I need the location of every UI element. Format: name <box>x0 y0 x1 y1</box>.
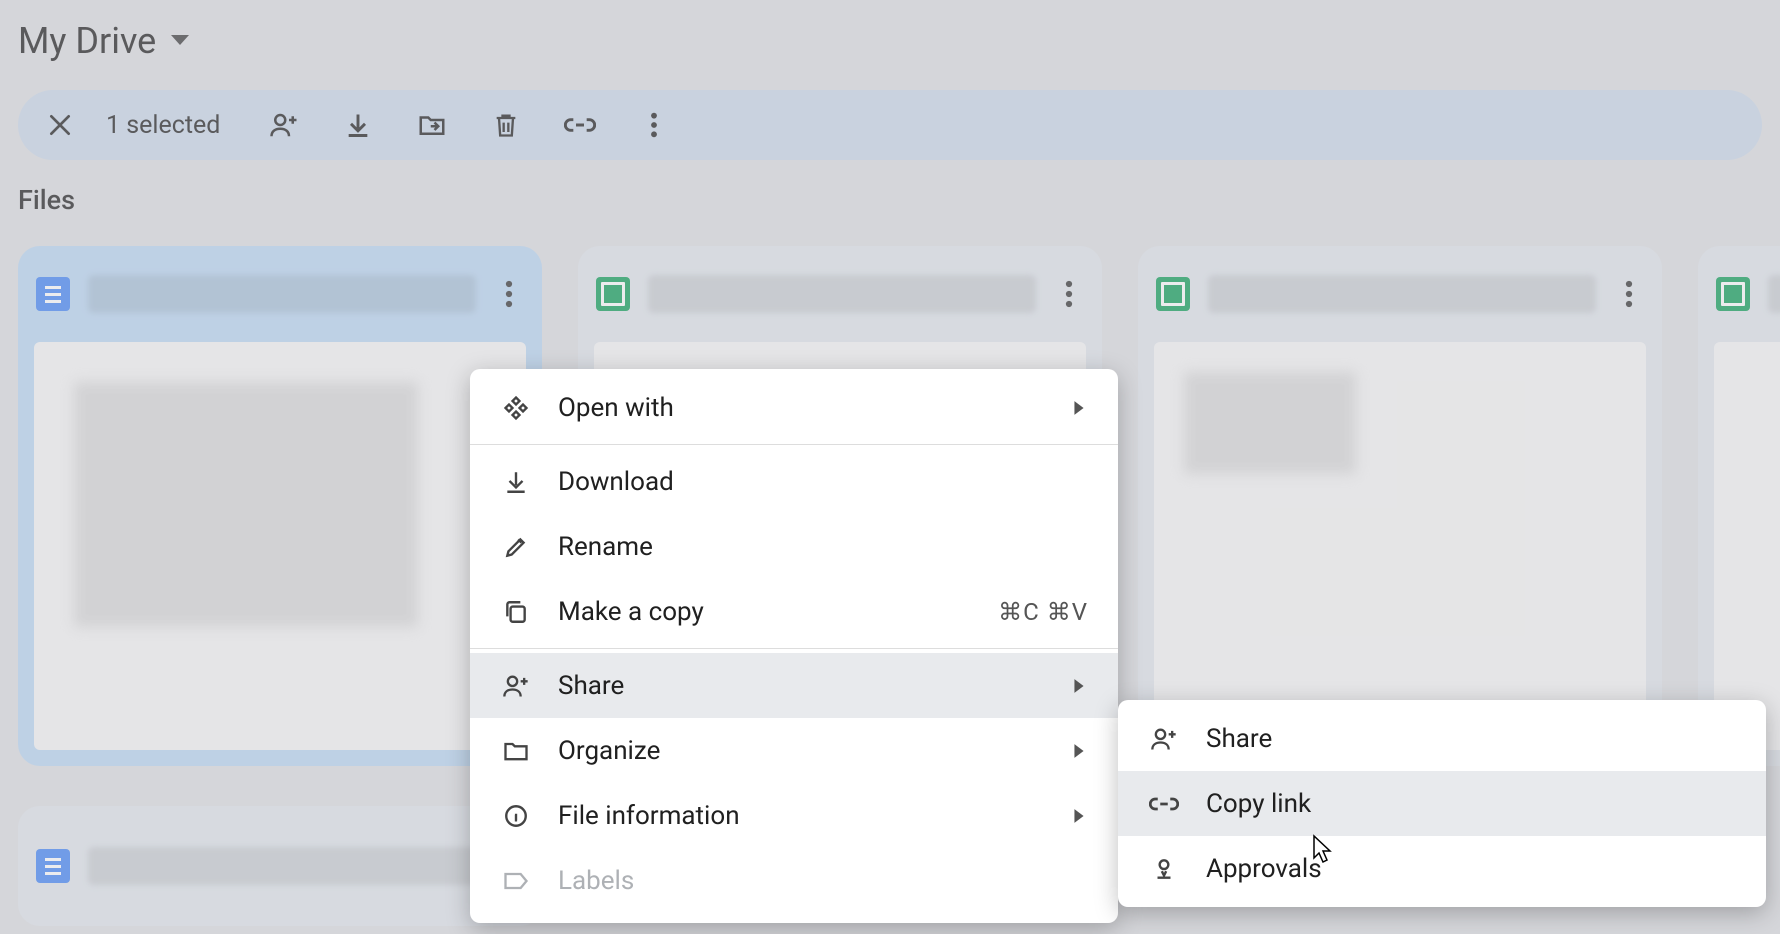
approvals-icon <box>1148 856 1180 882</box>
location-dropdown-caret[interactable] <box>170 34 190 48</box>
menu-item-label: Download <box>558 467 674 497</box>
submenu-arrow-icon <box>1070 400 1088 416</box>
share-button[interactable] <box>264 105 304 145</box>
sheets-icon <box>596 277 630 311</box>
link-icon <box>1148 789 1180 819</box>
menu-item-share[interactable]: Share <box>470 653 1118 718</box>
menu-item-label: Organize <box>558 736 660 766</box>
menu-item-label: Make a copy <box>558 597 704 627</box>
more-actions-button[interactable] <box>634 105 674 145</box>
download-icon <box>500 469 532 495</box>
location-header: My Drive <box>0 0 1780 72</box>
file-more-button[interactable] <box>1614 279 1644 309</box>
share-submenu: Share Copy link Approvals <box>1118 700 1766 907</box>
move-button[interactable] <box>412 105 452 145</box>
menu-item-label: Copy link <box>1206 789 1311 819</box>
mouse-cursor <box>1304 834 1334 868</box>
info-icon <box>500 803 532 829</box>
get-link-button[interactable] <box>560 105 600 145</box>
file-thumbnail <box>1154 342 1646 750</box>
file-title-redacted <box>648 275 1036 313</box>
menu-shortcut: ⌘C ⌘V <box>998 598 1088 626</box>
files-section-label: Files <box>18 184 1780 216</box>
folder-icon <box>500 737 532 765</box>
file-title-redacted <box>88 275 476 313</box>
file-title-redacted <box>1768 275 1780 313</box>
submenu-arrow-icon <box>1070 678 1088 694</box>
clear-selection-button[interactable] <box>40 105 80 145</box>
share-icon <box>1148 725 1180 753</box>
file-card[interactable] <box>18 806 542 926</box>
menu-item-label: Rename <box>558 532 653 562</box>
menu-item-label: Open with <box>558 393 674 423</box>
submenu-item-copy-link[interactable]: Copy link <box>1118 771 1766 836</box>
menu-item-make-copy[interactable]: Make a copy ⌘C ⌘V <box>470 579 1118 644</box>
page-title[interactable]: My Drive <box>18 20 156 62</box>
submenu-item-share[interactable]: Share <box>1118 706 1766 771</box>
submenu-item-approvals[interactable]: Approvals <box>1118 836 1766 901</box>
label-icon <box>500 867 532 895</box>
file-context-menu: Open with Download Rename Make a copy ⌘C… <box>470 369 1118 923</box>
menu-item-organize[interactable]: Organize <box>470 718 1118 783</box>
share-icon <box>500 672 532 700</box>
selection-count: 1 selected <box>106 111 220 140</box>
open-with-icon <box>500 394 532 422</box>
copy-icon <box>500 599 532 625</box>
file-thumbnail <box>1714 342 1780 750</box>
selection-toolbar: 1 selected <box>18 90 1762 160</box>
menu-item-label: Labels <box>558 866 634 896</box>
sheets-icon <box>1156 277 1190 311</box>
file-card[interactable] <box>1138 246 1662 766</box>
file-card[interactable] <box>1698 246 1780 766</box>
sheets-icon <box>1716 277 1750 311</box>
download-button[interactable] <box>338 105 378 145</box>
rename-icon <box>500 534 532 560</box>
menu-item-label: Share <box>1206 724 1272 754</box>
submenu-arrow-icon <box>1070 808 1088 824</box>
menu-item-file-information[interactable]: File information <box>470 783 1118 848</box>
menu-item-open-with[interactable]: Open with <box>470 375 1118 440</box>
menu-item-labels: Labels <box>470 848 1118 913</box>
menu-item-rename[interactable]: Rename <box>470 514 1118 579</box>
docs-icon <box>36 277 70 311</box>
delete-button[interactable] <box>486 105 526 145</box>
submenu-arrow-icon <box>1070 743 1088 759</box>
file-thumbnail <box>34 342 526 750</box>
file-more-button[interactable] <box>1054 279 1084 309</box>
file-more-button[interactable] <box>494 279 524 309</box>
file-title-redacted <box>88 847 524 885</box>
menu-item-label: File information <box>558 801 740 831</box>
menu-item-label: Share <box>558 671 624 701</box>
docs-icon <box>36 849 70 883</box>
menu-item-download[interactable]: Download <box>470 449 1118 514</box>
file-card[interactable] <box>18 246 542 766</box>
file-title-redacted <box>1208 275 1596 313</box>
